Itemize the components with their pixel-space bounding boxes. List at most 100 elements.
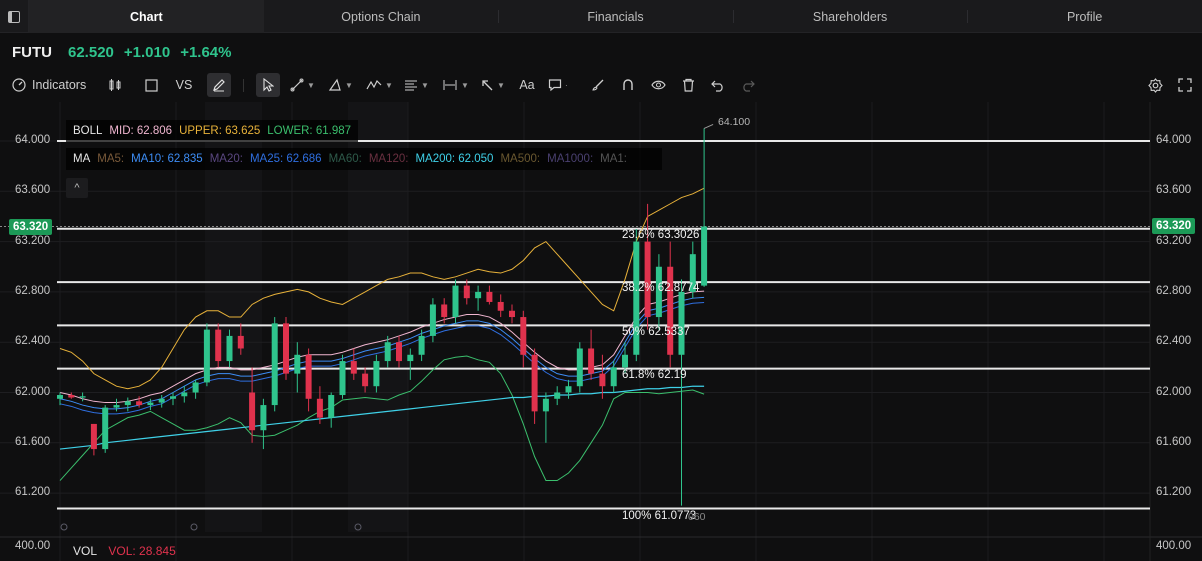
volume-axis-tick: 400.00: [1156, 540, 1192, 552]
candle-body: [294, 354, 301, 374]
measure-range-icon: [443, 80, 457, 90]
candle-body: [520, 317, 527, 355]
brush-icon[interactable]: [589, 73, 607, 97]
left-axis-tick: 63.600: [15, 184, 51, 196]
candle-body: [350, 361, 357, 374]
ma-legend[interactable]: MA MA5: MA10: 62.835 MA20: MA25: 62.686 …: [66, 148, 662, 170]
candle-body: [542, 398, 549, 412]
triangle-icon: [328, 78, 341, 91]
ma60-value: MA60:: [328, 153, 362, 165]
arrow-tool[interactable]: ▼: [480, 73, 505, 97]
tab-options-chain[interactable]: Options Chain: [264, 0, 499, 33]
compare-button[interactable]: VS: [172, 73, 196, 97]
fullscreen-icon[interactable]: [1176, 73, 1194, 97]
candle-body: [452, 285, 459, 318]
legend-collapse-chevron-up-icon[interactable]: ^: [66, 178, 88, 198]
candle-body: [678, 291, 685, 355]
candle-body: [147, 402, 154, 406]
candle-body: [509, 310, 515, 318]
right-axis-tick: 61.200: [1156, 486, 1192, 498]
left-axis-tick: 62.800: [15, 285, 51, 297]
candle-body: [305, 354, 312, 399]
boll-lower-value: LOWER: 61.987: [267, 125, 351, 137]
trend-line-icon: [290, 78, 304, 92]
indicators-button[interactable]: Indicators: [12, 73, 86, 97]
candle-body: [644, 241, 651, 318]
current-price-tag-left: 63.320: [9, 219, 53, 235]
ma1000-value: MA1000:: [547, 153, 594, 165]
toolbar-divider: [243, 79, 244, 92]
trash-icon[interactable]: [679, 73, 697, 97]
fib-level-61-8: 61.8% 62.19: [622, 369, 687, 381]
boll-mid-value: MID: 62.806: [109, 125, 173, 137]
tab-shareholders[interactable]: Shareholders: [732, 0, 968, 33]
candle-body: [384, 342, 391, 362]
candle-body: [203, 329, 210, 383]
candle-body: [610, 367, 617, 387]
right-axis-tick: 62.400: [1156, 335, 1192, 347]
measure-tool[interactable]: ▼: [442, 73, 469, 97]
right-axis-tick: 61.600: [1156, 436, 1192, 448]
comment-tool[interactable]: ·: [548, 73, 568, 97]
boll-legend[interactable]: BOLL MID: 62.806 UPPER: 63.625 LOWER: 61…: [66, 120, 358, 142]
visibility-eye-icon[interactable]: [649, 73, 667, 97]
trend-line-tool[interactable]: ▼: [290, 73, 315, 97]
candle-body: [249, 392, 256, 431]
session-marker-icon: [60, 523, 68, 531]
candle-body: [192, 382, 199, 393]
fib-level-38-2: 38.2% 62.8774: [622, 282, 700, 294]
candle-body: [226, 335, 233, 362]
pattern-tool[interactable]: ▼: [366, 73, 393, 97]
tab-financials[interactable]: Financials: [498, 0, 733, 33]
settings-gear-icon[interactable]: [1146, 73, 1164, 97]
candle-body: [328, 395, 335, 418]
volume-legend[interactable]: VOL VOL: 28.845: [73, 544, 176, 558]
rectangle-tool-icon[interactable]: [142, 73, 160, 97]
sidebar-toggle-icon[interactable]: [0, 0, 29, 33]
candle-body: [588, 348, 595, 374]
candle-body: [136, 401, 143, 406]
right-axis-tick: 62.800: [1156, 285, 1192, 297]
text-tool-button[interactable]: Aa: [517, 73, 537, 97]
quote-header: FUTU 62.520 +1.010 +1.64%: [12, 44, 231, 61]
candle-type-icon[interactable]: [106, 73, 124, 97]
candle-body: [576, 348, 583, 387]
undo-icon[interactable]: [709, 73, 727, 97]
candle-body: [79, 396, 86, 398]
candle-body: [102, 407, 109, 450]
redo-icon[interactable]: [739, 73, 757, 97]
ma-overflow-value: MA1:: [600, 153, 627, 165]
left-axis-tick: 63.200: [15, 235, 51, 247]
comment-bubble-icon: [548, 79, 562, 92]
candle-body: [486, 291, 493, 302]
fibonacci-tool[interactable]: ▼: [404, 73, 429, 97]
candle-body: [429, 304, 436, 336]
candle-body: [181, 392, 188, 397]
cursor-select-icon[interactable]: [256, 73, 280, 97]
high-marker-leader: [703, 123, 714, 129]
volume-label: VOL: [73, 544, 98, 558]
overlapped-low-label: 060: [688, 511, 706, 523]
candle-body: [316, 398, 323, 418]
magnet-icon[interactable]: [619, 73, 637, 97]
candle-body: [463, 285, 470, 299]
candle-body: [90, 423, 97, 450]
triangle-tool[interactable]: ▼: [328, 73, 353, 97]
tab-chart[interactable]: Chart: [29, 0, 264, 33]
candle-body: [57, 395, 63, 399]
price-chart[interactable]: [0, 102, 1202, 561]
ma20-value: MA20:: [209, 153, 243, 165]
candle-body: [215, 329, 222, 362]
left-axis-tick: 62.000: [15, 386, 51, 398]
draw-pencil-icon[interactable]: [207, 73, 231, 97]
ma25-value: MA25: 62.686: [249, 153, 322, 165]
last-price: 62.520: [68, 44, 114, 61]
candle-body: [418, 335, 425, 355]
left-axis-tick: 64.000: [15, 134, 51, 146]
boll-upper-value: UPPER: 63.625: [179, 125, 261, 137]
candle-body: [701, 226, 708, 286]
ma10-value: MA10: 62.835: [131, 153, 203, 165]
left-axis-tick: 61.200: [15, 486, 51, 498]
tab-profile[interactable]: Profile: [967, 0, 1202, 33]
candle-body: [622, 354, 628, 368]
